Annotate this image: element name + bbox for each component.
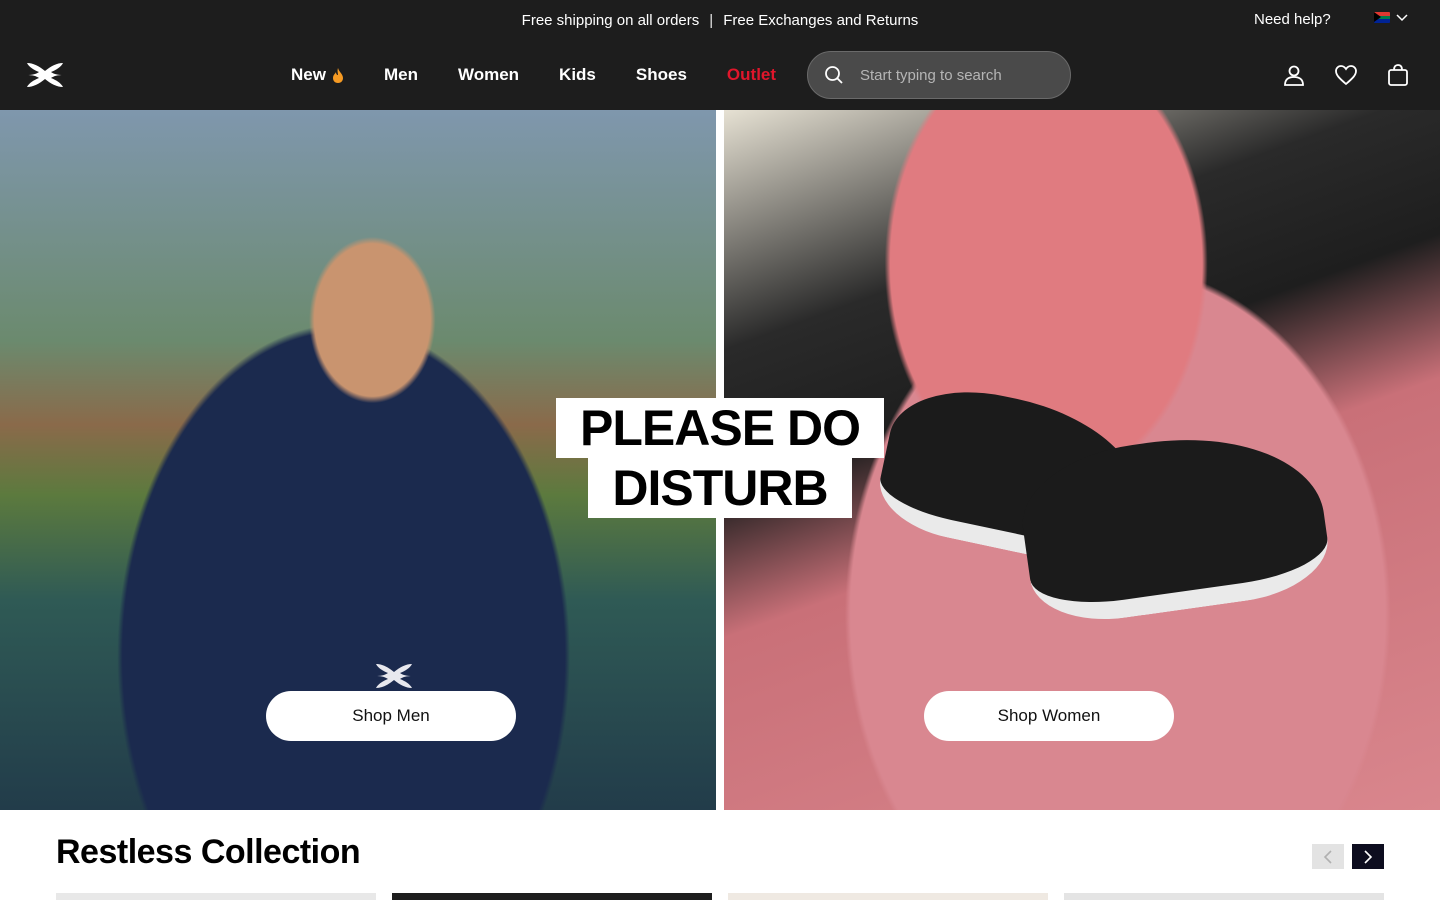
main-navigation: New Men Women Kids Shoes Outlet [0,40,1440,110]
chevron-left-icon [1323,849,1332,864]
product-card[interactable] [56,893,376,900]
product-card[interactable] [728,893,1048,900]
nav-item-kids[interactable]: Kids [559,65,596,85]
chevron-down-icon [1396,13,1408,21]
search-input[interactable] [860,66,1050,84]
shopping-bag-icon[interactable] [1386,63,1410,87]
promo-bar: Free shipping on all orders | Free Excha… [0,0,1440,40]
under-armour-jacket-logo-icon [375,664,413,688]
promo-message: Free shipping on all orders | Free Excha… [0,0,1440,40]
product-card[interactable] [1064,893,1384,900]
wishlist-heart-icon[interactable] [1334,63,1358,87]
shop-men-button[interactable]: Shop Men [266,691,516,741]
nav-item-outlet[interactable]: Outlet [727,65,776,85]
hero-headline-line1: PLEASE DO [556,398,884,458]
chevron-right-icon [1364,849,1373,864]
hero-headline-line2: DISTURB [588,458,852,518]
south-africa-flag-icon [1374,12,1390,23]
hero-banner: PLEASE DO DISTURB Shop Men Shop Women [0,110,1440,810]
category-menu: New Men Women Kids Shoes Outlet [291,65,816,85]
search-icon [825,66,843,84]
product-card[interactable] [392,893,712,900]
nav-item-new[interactable]: New [291,65,344,85]
flame-icon [332,67,343,83]
search-box[interactable] [807,51,1071,99]
promo-separator: | [709,11,714,29]
nav-item-men[interactable]: Men [384,65,418,85]
need-help-link[interactable]: Need help? [1254,11,1331,28]
nav-item-women[interactable]: Women [458,65,519,85]
account-icon[interactable] [1282,63,1306,87]
carousel-prev-button[interactable] [1312,844,1344,869]
free-returns-text: Free Exchanges and Returns [723,11,919,29]
carousel-next-button[interactable] [1352,844,1384,869]
nav-item-shoes[interactable]: Shoes [636,65,687,85]
shop-women-button[interactable]: Shop Women [924,691,1174,741]
free-shipping-text: Free shipping on all orders [521,11,700,29]
under-armour-logo-icon[interactable] [23,61,67,89]
collection-title: Restless Collection [56,833,361,871]
country-selector[interactable] [1374,12,1408,23]
hero-headline: PLEASE DO DISTURB [0,398,1440,518]
